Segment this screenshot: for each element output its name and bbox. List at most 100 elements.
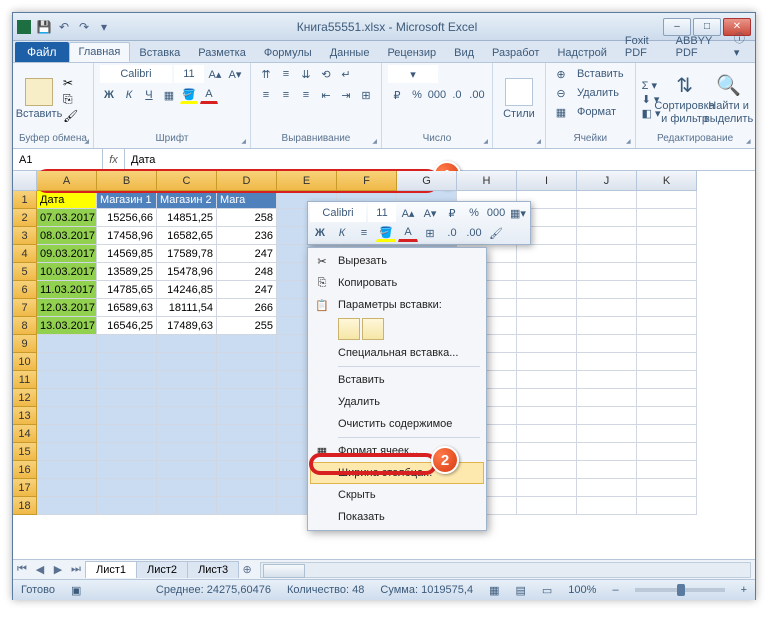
cell[interactable]	[37, 461, 97, 479]
cell[interactable]	[517, 299, 577, 317]
cell[interactable]	[97, 497, 157, 515]
cell[interactable]	[517, 245, 577, 263]
cell[interactable]	[577, 425, 637, 443]
cell[interactable]	[577, 389, 637, 407]
new-sheet-icon[interactable]: ⊕	[238, 563, 256, 576]
cell[interactable]	[577, 461, 637, 479]
col-header-I[interactable]: I	[517, 171, 577, 191]
cell[interactable]	[577, 479, 637, 497]
cell[interactable]	[637, 353, 697, 371]
cell[interactable]	[577, 245, 637, 263]
cell[interactable]	[217, 389, 277, 407]
cell[interactable]: 17489,63	[157, 317, 217, 335]
cell[interactable]	[637, 389, 697, 407]
view-break-icon[interactable]: ▭	[542, 584, 552, 597]
qat-more-icon[interactable]: ▾	[95, 18, 113, 36]
cell[interactable]	[37, 479, 97, 497]
help-icon[interactable]: ⓘ ▾	[726, 27, 755, 62]
align-bot-icon[interactable]: ⇊	[297, 65, 315, 83]
cell[interactable]	[37, 425, 97, 443]
mini-merge-icon[interactable]: ⊞	[420, 224, 440, 242]
row-header-16[interactable]: 16	[13, 461, 37, 479]
cell[interactable]: 16589,63	[97, 299, 157, 317]
cell[interactable]: Магазин 2	[157, 191, 217, 209]
indent-dec-icon[interactable]: ⇤	[317, 86, 335, 104]
mini-fmtpainter-icon[interactable]: 🖌	[486, 224, 506, 242]
horizontal-scrollbar[interactable]	[260, 562, 751, 578]
format-cells-icon[interactable]: ▦	[552, 103, 570, 121]
cell[interactable]	[517, 335, 577, 353]
cell[interactable]: Мага	[217, 191, 277, 209]
row-header-7[interactable]: 7	[13, 299, 37, 317]
row-header-15[interactable]: 15	[13, 443, 37, 461]
cell[interactable]	[637, 191, 697, 209]
styles-button[interactable]: Стили	[499, 69, 539, 129]
ctx-delete[interactable]: Удалить	[310, 391, 484, 413]
orientation-icon[interactable]: ⟲	[317, 65, 335, 83]
save-icon[interactable]: 💾	[35, 18, 53, 36]
redo-icon[interactable]: ↷	[75, 18, 93, 36]
cell[interactable]	[97, 443, 157, 461]
mini-comma-icon[interactable]: 000	[486, 204, 506, 222]
tab-abbyy[interactable]: ABBYY PDF	[667, 32, 726, 62]
shrink-font-icon[interactable]: A▾	[226, 65, 244, 83]
tab-layout[interactable]: Разметка	[189, 44, 255, 62]
cell[interactable]	[217, 461, 277, 479]
cell[interactable]	[517, 407, 577, 425]
cell[interactable]: 13589,25	[97, 263, 157, 281]
cell[interactable]	[517, 479, 577, 497]
mini-fontcolor-icon[interactable]: A	[398, 224, 418, 242]
row-header-14[interactable]: 14	[13, 425, 37, 443]
cell[interactable]: 17458,96	[97, 227, 157, 245]
cell[interactable]	[517, 371, 577, 389]
cell[interactable]	[517, 263, 577, 281]
font-size-select[interactable]: 11	[174, 65, 204, 83]
cell[interactable]	[517, 389, 577, 407]
cell[interactable]	[637, 245, 697, 263]
cell[interactable]	[637, 209, 697, 227]
dec-dec-icon[interactable]: .00	[468, 86, 486, 104]
sheet-tab-1[interactable]: Лист1	[85, 561, 137, 578]
cell[interactable]	[637, 425, 697, 443]
sheet-nav-last[interactable]: ⏭	[67, 563, 85, 576]
sheet-nav-first[interactable]: ⏮	[13, 563, 31, 576]
cell[interactable]	[97, 389, 157, 407]
cell[interactable]	[577, 497, 637, 515]
cell[interactable]	[97, 461, 157, 479]
paste-opt-1[interactable]	[338, 318, 360, 340]
cell[interactable]	[637, 407, 697, 425]
cell[interactable]	[517, 317, 577, 335]
cell[interactable]: 08.03.2017	[37, 227, 97, 245]
col-header-F[interactable]: F	[337, 171, 397, 191]
cell[interactable]: 16546,25	[97, 317, 157, 335]
undo-icon[interactable]: ↶	[55, 18, 73, 36]
ctx-clear[interactable]: Очистить содержимое	[310, 413, 484, 435]
sheet-nav-prev[interactable]: ◀	[31, 563, 49, 576]
ctx-insert[interactable]: Вставить	[310, 369, 484, 391]
tab-review[interactable]: Рецензир	[378, 44, 445, 62]
cell[interactable]	[157, 407, 217, 425]
currency-icon[interactable]: ₽	[388, 86, 406, 104]
cell[interactable]	[217, 353, 277, 371]
cell[interactable]: Дата	[37, 191, 97, 209]
row-header-11[interactable]: 11	[13, 371, 37, 389]
cell[interactable]	[157, 461, 217, 479]
cell[interactable]	[37, 389, 97, 407]
wrap-text-icon[interactable]: ↵	[337, 65, 355, 83]
mini-font-name[interactable]: Calibri	[310, 204, 366, 222]
bold-icon[interactable]: Ж	[100, 86, 118, 104]
row-header-12[interactable]: 12	[13, 389, 37, 407]
align-center-icon[interactable]: ≡	[277, 86, 295, 104]
zoom-level[interactable]: 100%	[568, 584, 596, 596]
cell[interactable]	[217, 425, 277, 443]
cell[interactable]	[577, 371, 637, 389]
row-header-4[interactable]: 4	[13, 245, 37, 263]
cell[interactable]	[577, 209, 637, 227]
cell[interactable]	[97, 425, 157, 443]
cell[interactable]	[217, 479, 277, 497]
mini-grow-icon[interactable]: A▴	[398, 204, 418, 222]
cut-icon[interactable]: ✂	[63, 76, 78, 90]
cell[interactable]	[577, 443, 637, 461]
macro-rec-icon[interactable]: ▣	[71, 584, 81, 597]
cell[interactable]: Магазин 1	[97, 191, 157, 209]
